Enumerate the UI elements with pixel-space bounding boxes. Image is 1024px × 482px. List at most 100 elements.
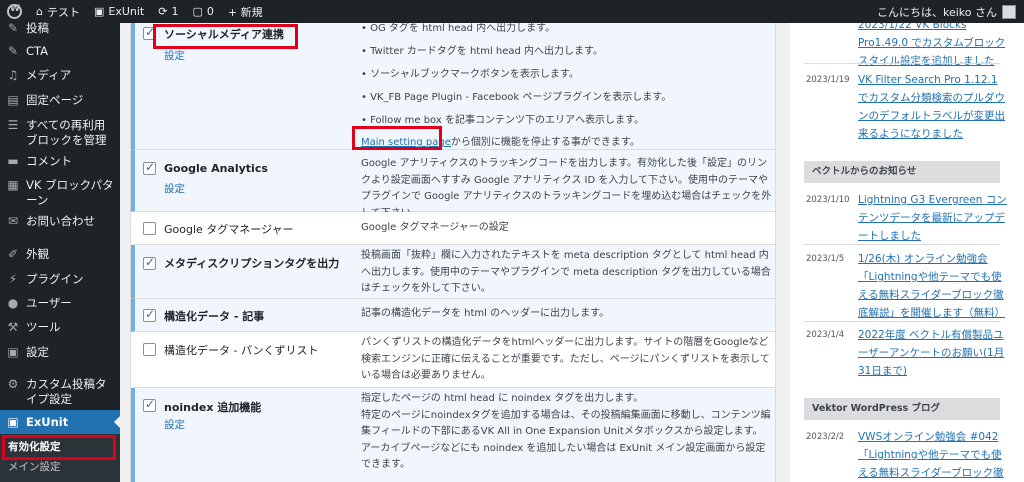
module-settings-link-social[interactable]: 設定: [164, 48, 185, 63]
sidebar-item-label: メディア: [26, 68, 72, 82]
news-title-link[interactable]: Lightning G3 Evergreen コンテンツデータを最新にアップデー…: [858, 191, 1008, 245]
sidebar-item-media[interactable]: ♫ メディア: [0, 68, 120, 83]
module-settings-link-google-analytics[interactable]: 設定: [164, 181, 185, 196]
news-sidebar: 2023/1/22 VK Blocks Pro1.49.0 でカスタムブロックス…: [790, 23, 1024, 482]
module-checkbox-breadcrumb[interactable]: [143, 343, 156, 356]
updates-count: 1: [171, 5, 179, 18]
sidebar-item-label: ユーザー: [26, 296, 72, 310]
sidebar-item-posts[interactable]: ✎ 投稿: [0, 21, 120, 36]
news-date: 2023/1/5: [806, 254, 845, 264]
sidebar-item-reusable-blocks[interactable]: ☰ すべての再利用ブロックを管理: [0, 118, 120, 148]
new-content-link[interactable]: + 新規: [221, 0, 270, 23]
sidebar-item-settings[interactable]: ▣ 設定: [0, 345, 120, 360]
divider: [804, 244, 1000, 245]
news-title-link[interactable]: 1/26(木) オンライン勉強会「Lightningや他テーマでも使える無料スラ…: [858, 250, 1008, 322]
plugin-icon: ⚡: [8, 272, 18, 286]
site-name-link[interactable]: ⌂ テスト: [29, 0, 87, 23]
sidebar-item-label: ツール: [26, 320, 61, 334]
sidebar-item-contact[interactable]: ✉ お問い合わせ: [0, 214, 120, 229]
sidebar-item-label: 固定ページ: [26, 93, 84, 107]
sidebar-item-appearance[interactable]: ✐ 外観: [0, 247, 120, 262]
module-desc-gtm: Google タグマネージャーの設定: [361, 222, 509, 233]
news-item: 2023/1/19 VK Filter Search Pro 1.12.1 でカ…: [806, 71, 1016, 143]
sidebar-item-label: すべての再利用ブロックを管理: [26, 118, 107, 147]
sidebar-item-plugins[interactable]: ⚡ プラグイン: [0, 272, 120, 287]
sidebar-item-label: プラグイン: [26, 272, 84, 286]
sidebar-item-vk-block-patterns[interactable]: ▦ VK ブロックパターン: [0, 178, 120, 208]
mail-icon: ✉: [7, 214, 19, 228]
sidebar-item-label: ExUnit: [26, 414, 69, 429]
highlight-box: [352, 126, 442, 150]
sidebar-item-exunit[interactable]: ▣ ExUnit: [0, 410, 120, 434]
wordpress-logo-button[interactable]: [0, 0, 29, 23]
pin-icon: ✎: [7, 44, 19, 58]
comment-bubble-icon: ▢: [192, 5, 203, 18]
refresh-icon: ⟳: [158, 5, 168, 18]
current-menu-arrow: [114, 416, 120, 428]
sidebar-item-tools[interactable]: ⚒ ツール: [0, 320, 120, 335]
module-desc-meta-description: 投稿画面「抜粋」欄に入力されたテキストを meta description タグ…: [361, 250, 771, 294]
admin-sidebar: ✎ 投稿 ✎ CTA ♫ メディア ▤ 固定ページ ☰ すべての再利用ブロックを管理 ▬ コ…: [0, 21, 120, 482]
module-title-google-analytics: Google Analytics: [164, 162, 268, 175]
gear-icon: ⚙: [7, 377, 19, 391]
grid-icon: ▦: [7, 178, 19, 192]
module-checkbox-meta-description[interactable]: [143, 255, 156, 270]
new-content-label: + 新規: [227, 5, 263, 19]
module-title-gtm: Google タグマネージャー: [164, 223, 294, 236]
divider: [804, 321, 1000, 322]
news-title-link[interactable]: VWSオンライン勉強会 #042「Lightningや他テーマでも使える無料スラ…: [858, 428, 1008, 482]
brush-icon: ✐: [7, 247, 19, 261]
news-date: 2023/1/19: [806, 75, 850, 85]
bullet-item: • OG タグを html head 内へ出力します。: [361, 23, 556, 34]
submenu-item-main-settings[interactable]: メイン設定: [0, 457, 120, 477]
exunit-link[interactable]: ▣ ExUnit: [87, 0, 151, 23]
sidebar-item-label: コメント: [26, 154, 72, 168]
module-desc-schema-article: 記事の構造化データを html のヘッダーに出力します。: [361, 308, 610, 319]
module-desc-social: • OG タグを html head 内へ出力します。 • Twitter カー…: [361, 23, 775, 132]
wrench-icon: ⚒: [7, 320, 19, 334]
module-row-gtm: Google タグマネージャー Google タグマネージャーの設定: [131, 212, 775, 245]
module-title-breadcrumb: 構造化データ - パンくずリスト: [164, 344, 319, 357]
highlight-box: [153, 24, 298, 49]
settings-icon: ▣: [7, 345, 19, 359]
module-desc-breadcrumb: パンくずリストの構造化データをhtmlヘッダーに出力します。サイトの階層をGoo…: [361, 337, 770, 381]
site-name-label: テスト: [46, 5, 80, 19]
module-desc-noindex: 指定したページの html head に noindex タグを出力します。 特…: [361, 391, 775, 474]
sidebar-item-users[interactable]: ● ユーザー: [0, 296, 120, 311]
module-row-noindex: noindex 追加機能 設定 指定したページの html head に noi…: [131, 388, 775, 482]
sidebar-item-pages[interactable]: ▤ 固定ページ: [0, 93, 120, 108]
news-date: 2023/2/2: [806, 432, 845, 442]
sidebar-item-label: カスタム投稿タイプ設定: [26, 377, 107, 406]
module-checkbox-noindex[interactable]: [143, 397, 156, 412]
module-checkbox-google-analytics[interactable]: [143, 160, 156, 175]
module-settings-link-noindex[interactable]: 設定: [164, 417, 185, 432]
sidebar-item-label: 設定: [26, 345, 49, 359]
updates-link[interactable]: ⟳ 1: [151, 0, 185, 23]
news-title-link[interactable]: VK Filter Search Pro 1.12.1 でカスタム分類検索のプル…: [858, 71, 1008, 143]
sidebar-item-comments[interactable]: ▬ コメント: [0, 154, 120, 169]
news-date: 2023/1/4: [806, 330, 845, 340]
divider: [804, 63, 1000, 64]
module-checkbox-gtm[interactable]: [143, 222, 156, 235]
greeting-text: こんにちは、keiko さん: [876, 5, 997, 19]
blocks-icon: ☰: [7, 118, 19, 132]
my-account-link[interactable]: こんにちは、keiko さん: [877, 4, 1024, 20]
module-row-breadcrumb: 構造化データ - パンくずリスト パンくずリストの構造化データをhtmlヘッダー…: [131, 332, 775, 388]
exunit-label: ExUnit: [108, 5, 145, 18]
comment-icon: ▬: [7, 154, 19, 168]
comments-link[interactable]: ▢ 0: [185, 0, 220, 23]
bullet-item: • Twitter カードタグを html head 内へ出力します。: [361, 46, 604, 57]
sidebar-item-custom-post-types[interactable]: ⚙ カスタム投稿タイプ設定: [0, 377, 120, 407]
news-title-link[interactable]: 2022年度 ベクトル有償製品ユーザーアンケートのお願い(1月31日まで): [858, 326, 1008, 380]
bullet-item: • ソーシャルブックマークボタンを表示します。: [361, 69, 579, 80]
section-heading-vektor-news: ベクトルからのお知らせ: [804, 161, 1000, 183]
news-item: 2023/2/2 VWSオンライン勉強会 #042「Lightningや他テーマ…: [806, 428, 1016, 482]
comments-count: 0: [206, 5, 214, 18]
news-item: 2023/1/4 2022年度 ベクトル有償製品ユーザーアンケートのお願い(1月…: [806, 326, 1016, 380]
module-row-google-analytics: Google Analytics 設定 Google アナリティクスのトラッキン…: [131, 150, 775, 219]
module-title-schema-article: 構造化データ - 記事: [164, 310, 265, 323]
module-checkbox-schema-article[interactable]: [143, 307, 156, 322]
news-item: 2023/1/10 Lightning G3 Evergreen コンテンツデー…: [806, 191, 1016, 245]
sidebar-item-cta[interactable]: ✎ CTA: [0, 44, 120, 59]
media-icon: ♫: [7, 68, 19, 82]
